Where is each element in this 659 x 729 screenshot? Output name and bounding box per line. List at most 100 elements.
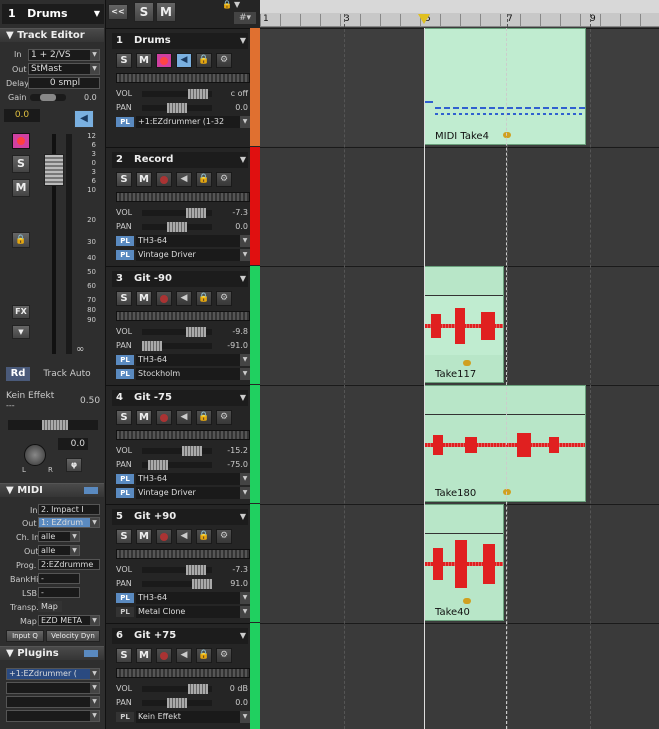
clip-handle-icon[interactable] [463, 598, 471, 604]
settings-icon[interactable]: ⚙ [216, 648, 232, 663]
rd-tab[interactable]: Rd [6, 367, 30, 381]
track-name[interactable]: 3 Git -90 ▼ [112, 271, 248, 287]
plugin-slot-1[interactable]: +1:EZdrummer (▼ [6, 668, 100, 680]
audio-clip[interactable]: Take40 [424, 504, 504, 621]
solo-button[interactable]: S [116, 53, 132, 68]
settings-icon[interactable]: ⚙ [216, 291, 232, 306]
gain-slider[interactable] [30, 94, 66, 101]
record-icon[interactable] [156, 648, 172, 663]
plugin-slot-3[interactable]: ▼ [6, 696, 100, 708]
link-icon[interactable]: ∞ [76, 344, 84, 355]
out-select[interactable]: StMast ▼ [28, 63, 100, 75]
midi-clip[interactable]: MIDI Take4 [424, 28, 586, 145]
plugin-slot[interactable]: PL TH3-64 ▼ [116, 354, 250, 366]
volume-row[interactable]: VOL -7.3 [116, 564, 250, 576]
timeline-ruler[interactable]: 1 3 5 7 9 [260, 0, 659, 27]
lock-icon[interactable]: 🔒 [196, 291, 212, 306]
in-select[interactable]: 1 + 2/VS ▼ [28, 49, 100, 61]
record-icon[interactable] [156, 410, 172, 425]
record-icon[interactable] [156, 172, 172, 187]
mute-button[interactable]: M [136, 53, 152, 68]
track-row[interactable]: 4 Git -75 ▼ S M ◀ 🔒 ⚙ VOL -15.2 PAN -75.0 PL… [106, 385, 260, 503]
fx-menu-button[interactable]: ▼ [12, 325, 30, 339]
solo-button[interactable]: S [116, 410, 132, 425]
track-lane[interactable] [260, 623, 659, 729]
plugin-slot[interactable]: PL +1:EZdrummer (1-32 ▼ [116, 116, 250, 128]
plugin-slot[interactable]: PL Metal Clone ▼ [116, 606, 250, 618]
input-q-button[interactable]: Input Q [6, 630, 44, 642]
plugins-header[interactable]: ▼ Plugins [0, 646, 104, 660]
settings-icon[interactable]: ⚙ [216, 410, 232, 425]
midi-prog-field[interactable]: 2:EZdrumme [38, 559, 100, 570]
solo-button[interactable]: S [116, 648, 132, 663]
fx-button[interactable]: FX [12, 305, 30, 319]
plugin-slot[interactable]: PL Vintage Driver ▼ [116, 487, 250, 499]
settings-icon[interactable]: ⚙ [216, 53, 232, 68]
effect-slider[interactable] [8, 420, 98, 430]
midi-header[interactable]: ▼ MIDI [0, 483, 104, 497]
lock-icon[interactable]: 🔒 [196, 410, 212, 425]
pan-row[interactable]: PAN -75.0 [116, 459, 250, 471]
record-icon[interactable] [156, 53, 172, 68]
track-name[interactable]: 6 Git +75 ▼ [112, 628, 248, 644]
arrangement-timeline[interactable]: 1 3 5 7 9 MIDI Take4 Take117 Take180 Tak… [260, 0, 659, 729]
solo-button[interactable]: S [116, 291, 132, 306]
track-row[interactable]: 5 Git +90 ▼ S M ◀ 🔒 ⚙ VOL -7.3 PAN 91.0 PL TH… [106, 504, 260, 622]
mute-button[interactable]: M [136, 172, 152, 187]
phase-button[interactable]: φ [66, 458, 82, 472]
track-name[interactable]: 1 Drums ▼ [112, 33, 248, 49]
record-button[interactable] [12, 133, 30, 149]
plugin-slot[interactable]: PL TH3-64 ▼ [116, 473, 250, 485]
mute-button[interactable]: M [136, 648, 152, 663]
mute-button[interactable]: M [136, 291, 152, 306]
midi-chin-select[interactable]: alle ▼ [38, 531, 80, 542]
monitor-icon[interactable]: ◀ [176, 648, 192, 663]
lock-icon[interactable]: 🔒 [196, 648, 212, 663]
midi-transp-field[interactable]: Map [38, 601, 62, 612]
solo-button[interactable]: S [12, 155, 30, 173]
midi-active-indicator[interactable] [84, 487, 98, 494]
track-row[interactable]: 6 Git +75 ▼ S M ◀ 🔒 ⚙ VOL 0 dB PAN 0.0 PL Kei… [106, 623, 260, 729]
mute-button[interactable]: M [136, 529, 152, 544]
solo-button[interactable]: S [116, 529, 132, 544]
monitor-icon[interactable]: ◀ [176, 291, 192, 306]
lock-icon[interactable]: 🔒 [196, 529, 212, 544]
monitor-icon[interactable]: ◀ [176, 529, 192, 544]
pan-row[interactable]: PAN 0.0 [116, 697, 250, 709]
monitor-icon[interactable]: ◀ [176, 53, 192, 68]
pan-row[interactable]: PAN 91.0 [116, 578, 250, 590]
monitor-icon[interactable]: ◀ [176, 172, 192, 187]
pan-value[interactable]: 0.0 [58, 438, 88, 450]
record-icon[interactable] [156, 291, 172, 306]
volume-fader[interactable] [44, 154, 64, 186]
plugin-slot[interactable]: PL Kein Effekt ▼ [116, 711, 250, 723]
volume-value[interactable]: 0.0 [4, 109, 40, 122]
track-row[interactable]: 2 Record ▼ S M ◀ 🔒 ⚙ VOL -7.3 PAN 0.0 PL TH3-… [106, 147, 260, 265]
loop-range[interactable] [260, 0, 659, 13]
clip-handle-icon[interactable] [503, 132, 511, 138]
midi-bankhi-field[interactable]: - [38, 573, 80, 584]
clip-handle-icon[interactable] [503, 489, 511, 495]
audio-clip[interactable]: Take180 [424, 385, 586, 502]
settings-icon[interactable]: ⚙ [216, 529, 232, 544]
track-name[interactable]: 4 Git -75 ▼ [112, 390, 248, 406]
plugin-slot[interactable]: PL Vintage Driver ▼ [116, 249, 250, 261]
pan-knob[interactable] [24, 444, 46, 466]
grid-icon[interactable]: #▾ [234, 12, 256, 24]
mute-button[interactable]: M [12, 179, 30, 197]
global-solo-button[interactable]: S [134, 2, 154, 22]
playhead-marker-icon[interactable] [418, 14, 430, 24]
plugins-active-indicator[interactable] [84, 650, 98, 657]
nav-back-button[interactable]: << [108, 4, 128, 20]
pan-row[interactable]: PAN 0.0 [116, 221, 250, 233]
settings-icon[interactable]: ⚙ [216, 172, 232, 187]
pan-row[interactable]: PAN 0.0 [116, 102, 250, 114]
plugin-slot[interactable]: PL TH3-64 ▼ [116, 235, 250, 247]
lock-icon[interactable]: 🔒 [196, 53, 212, 68]
plugin-slot-2[interactable]: ▼ [6, 682, 100, 694]
monitor-icon[interactable]: ◀ [176, 410, 192, 425]
midi-out-select[interactable]: 1: EZdrum ▼ [38, 517, 100, 528]
volume-row[interactable]: VOL -7.3 [116, 207, 250, 219]
snap-icon[interactable]: ▼ [234, 0, 240, 9]
track-editor-header[interactable]: ▼ Track Editor [0, 28, 104, 42]
